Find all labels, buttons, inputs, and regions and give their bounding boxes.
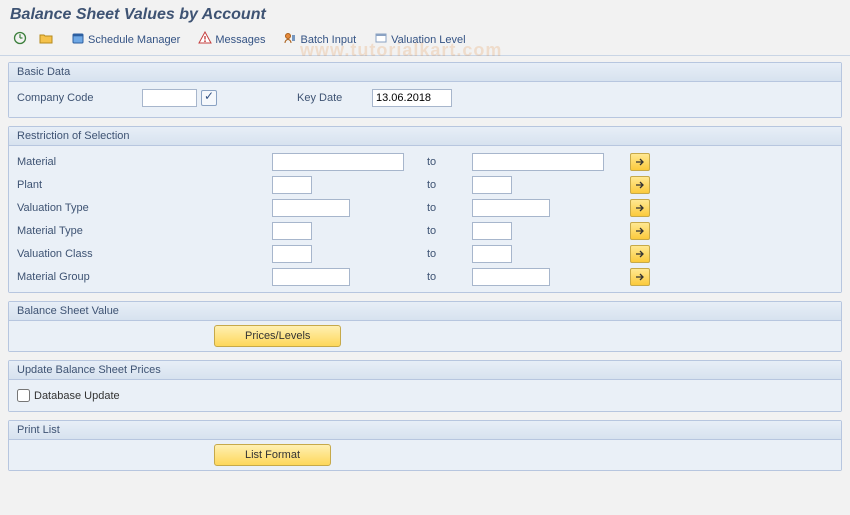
company-code-input[interactable] (142, 89, 197, 107)
key-date-label: Key Date (297, 92, 372, 104)
key-date-input[interactable] (372, 89, 452, 107)
group-title-print-list: Print List (9, 421, 841, 440)
to-label: to (412, 156, 472, 168)
schedule-manager-button[interactable]: Schedule Manager (66, 28, 185, 51)
schedule-manager-label: Schedule Manager (88, 34, 180, 46)
page-title: Balance Sheet Values by Account (0, 0, 850, 26)
database-update-checkbox[interactable] (17, 389, 30, 402)
valuation-type-to-input[interactable] (472, 199, 550, 217)
check-icon (201, 90, 217, 106)
arrow-right-icon (635, 226, 645, 236)
to-label: to (412, 271, 472, 283)
arrow-right-icon (635, 157, 645, 167)
to-label: to (412, 179, 472, 191)
arrow-right-icon (635, 203, 645, 213)
group-title-update-prices: Update Balance Sheet Prices (9, 361, 841, 380)
group-balance-sheet-value: Balance Sheet Value Prices/Levels (8, 301, 842, 352)
schedule-icon (71, 31, 85, 48)
to-label: to (412, 225, 472, 237)
material-multi-button[interactable] (630, 153, 650, 171)
to-label: to (412, 202, 472, 214)
material-from-input[interactable] (272, 153, 404, 171)
execute-button[interactable] (8, 28, 32, 51)
material-group-label: Material Group (17, 271, 142, 283)
group-title-balance-sheet-value: Balance Sheet Value (9, 302, 841, 321)
valuation-level-icon (374, 31, 388, 48)
group-restriction: Restriction of Selection Material to Pla… (8, 126, 842, 293)
material-group-from-input[interactable] (272, 268, 350, 286)
group-title-restriction: Restriction of Selection (9, 127, 841, 146)
plant-label: Plant (17, 179, 142, 191)
material-to-input[interactable] (472, 153, 604, 171)
folder-icon (39, 31, 53, 48)
company-code-label: Company Code (17, 92, 142, 104)
group-print-list: Print List List Format (8, 420, 842, 471)
plant-multi-button[interactable] (630, 176, 650, 194)
plant-to-input[interactable] (472, 176, 512, 194)
arrow-right-icon (635, 249, 645, 259)
batch-input-label: Batch Input (300, 34, 356, 46)
batch-input-button[interactable]: Batch Input (278, 28, 361, 51)
material-group-to-input[interactable] (472, 268, 550, 286)
plant-from-input[interactable] (272, 176, 312, 194)
valuation-class-multi-button[interactable] (630, 245, 650, 263)
material-type-to-input[interactable] (472, 222, 512, 240)
warning-icon (198, 31, 212, 48)
database-update-row[interactable]: Database Update (17, 386, 833, 405)
messages-label: Messages (215, 34, 265, 46)
valuation-class-to-input[interactable] (472, 245, 512, 263)
valuation-class-from-input[interactable] (272, 245, 312, 263)
arrow-right-icon (635, 180, 645, 190)
batch-input-icon (283, 31, 297, 48)
get-variant-button[interactable] (34, 28, 58, 51)
group-title-basic-data: Basic Data (9, 63, 841, 82)
material-type-label: Material Type (17, 225, 142, 237)
toolbar: Schedule Manager Messages Batch Input Va… (0, 26, 850, 56)
group-basic-data: Basic Data Company Code Key Date (8, 62, 842, 118)
arrow-right-icon (635, 272, 645, 282)
execute-icon (13, 31, 27, 48)
to-label: to (412, 248, 472, 260)
valuation-level-label: Valuation Level (391, 34, 465, 46)
material-type-multi-button[interactable] (630, 222, 650, 240)
database-update-label: Database Update (34, 390, 120, 402)
prices-levels-button[interactable]: Prices/Levels (214, 325, 341, 347)
valuation-level-button[interactable]: Valuation Level (369, 28, 470, 51)
valuation-type-label: Valuation Type (17, 202, 142, 214)
valuation-type-multi-button[interactable] (630, 199, 650, 217)
material-type-from-input[interactable] (272, 222, 312, 240)
valuation-class-label: Valuation Class (17, 248, 142, 260)
group-update-prices: Update Balance Sheet Prices Database Upd… (8, 360, 842, 412)
material-group-multi-button[interactable] (630, 268, 650, 286)
list-format-button[interactable]: List Format (214, 444, 331, 466)
material-label: Material (17, 156, 142, 168)
messages-button[interactable]: Messages (193, 28, 270, 51)
valuation-type-from-input[interactable] (272, 199, 350, 217)
